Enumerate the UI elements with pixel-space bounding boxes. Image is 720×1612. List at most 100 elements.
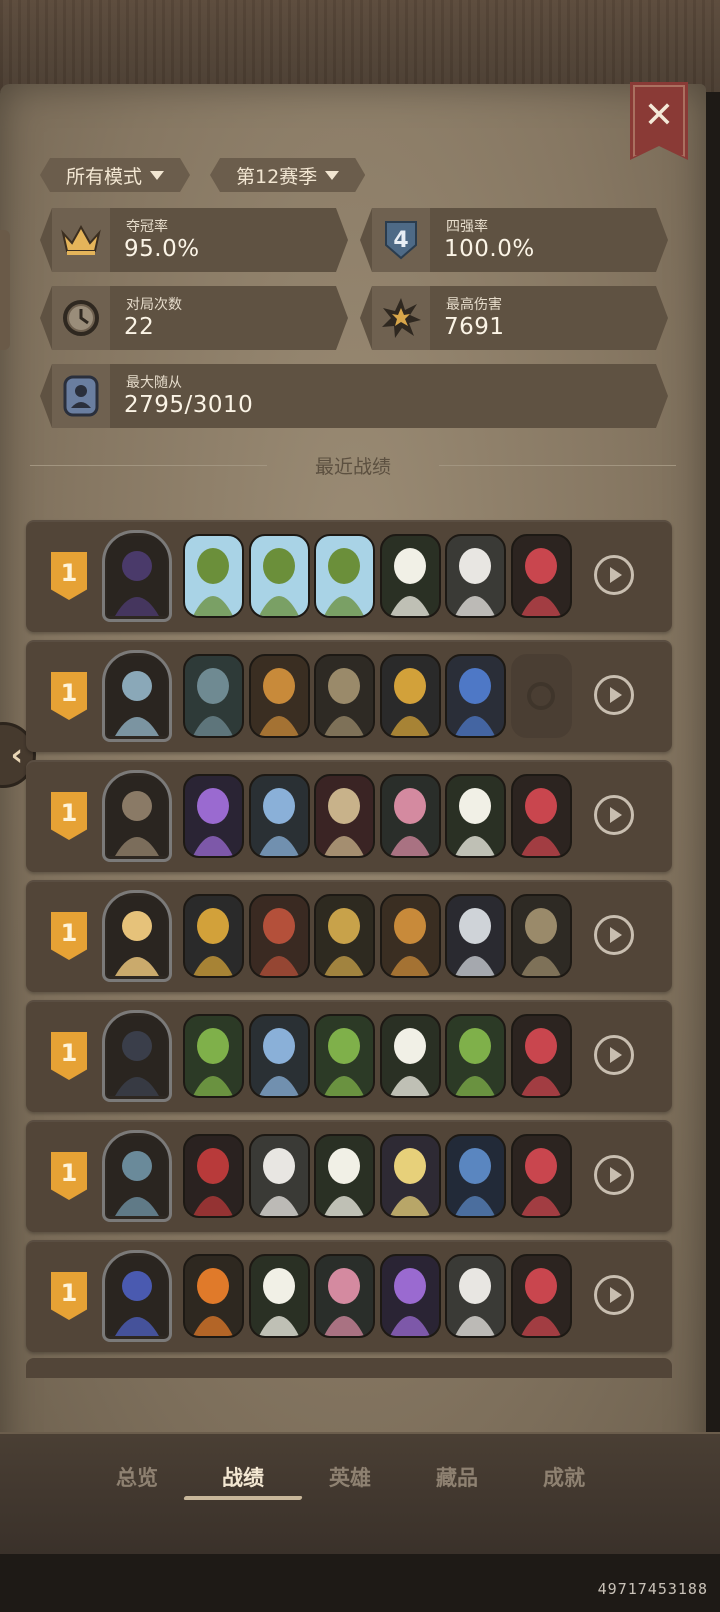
minion-card[interactable]: [445, 654, 506, 738]
minion-card[interactable]: [314, 894, 375, 978]
replay-button[interactable]: [594, 675, 634, 715]
filter-bar: 所有模式 第12赛季: [40, 158, 365, 192]
hero-portrait[interactable]: [102, 890, 172, 982]
nav-heroes[interactable]: 英雄: [295, 1462, 405, 1492]
minion-card[interactable]: [248, 654, 310, 738]
minion-card[interactable]: [379, 1014, 441, 1098]
sapling-icon: [324, 1028, 364, 1096]
match-row[interactable]: 1: [26, 1000, 672, 1112]
minion-card[interactable]: [314, 1134, 375, 1218]
stat-value: 95.0%: [124, 236, 200, 262]
cannon-robot-icon: [520, 908, 561, 976]
replay-button[interactable]: [594, 795, 634, 835]
match-row[interactable]: 1: [26, 520, 672, 632]
match-row[interactable]: 1: [26, 880, 672, 992]
minion-card[interactable]: [445, 1014, 506, 1098]
top4-shield-icon: 4: [372, 208, 430, 272]
minion-card[interactable]: [510, 534, 572, 618]
nav-active-underline: [183, 1496, 303, 1500]
purple-flower-fairy-icon: [193, 788, 233, 856]
tree-icon: [193, 548, 233, 616]
hero-portrait[interactable]: [102, 650, 172, 742]
minion-card[interactable]: [248, 1254, 310, 1338]
minion-card[interactable]: [445, 1254, 506, 1338]
green-hair-girl-icon: [258, 788, 299, 856]
hero-portrait[interactable]: [102, 1010, 172, 1102]
minion-card[interactable]: [248, 1134, 310, 1218]
blue-orb-robot-icon: [455, 668, 495, 736]
blue-elf-icon: [455, 1148, 495, 1216]
flower-icon: [258, 1268, 299, 1336]
flower-icon: [324, 1148, 364, 1216]
match-row[interactable]: 1: [26, 1120, 672, 1232]
red-elf-icon: [193, 1148, 233, 1216]
rose-girl-icon: [520, 1268, 561, 1336]
rank-badge: 1: [51, 1272, 87, 1320]
minion-card[interactable]: [510, 1134, 572, 1218]
minion-card[interactable]: [445, 894, 506, 978]
bat-villain-hero-icon: [107, 536, 167, 616]
minion-card[interactable]: [314, 774, 375, 858]
nav-records[interactable]: 战绩: [188, 1462, 298, 1492]
minion-card[interactable]: [379, 654, 441, 738]
minion-card[interactable]: [314, 1254, 375, 1338]
mode-filter-dropdown[interactable]: 所有模式: [40, 158, 190, 192]
play-icon: [609, 567, 622, 583]
replay-button[interactable]: [594, 1155, 634, 1195]
nav-overview[interactable]: 总览: [82, 1462, 192, 1492]
minion-card[interactable]: [379, 774, 441, 858]
blonde-mage-icon: [389, 1148, 430, 1216]
hero-portrait[interactable]: [102, 770, 172, 862]
rank-badge: 1: [51, 552, 87, 600]
minion-card[interactable]: [314, 654, 375, 738]
play-icon: [609, 1287, 622, 1303]
minion-card[interactable]: [248, 1014, 310, 1098]
minion-card[interactable]: [445, 774, 506, 858]
minion-card[interactable]: [183, 1014, 244, 1098]
season-filter-dropdown[interactable]: 第12赛季: [210, 158, 365, 192]
user-id: 49717453188: [597, 1580, 708, 1598]
replay-button[interactable]: [594, 915, 634, 955]
minion-card[interactable]: [183, 774, 244, 858]
minion-card[interactable]: [510, 1014, 572, 1098]
hero-portrait[interactable]: [102, 530, 172, 622]
minion-slot-empty[interactable]: [510, 654, 572, 738]
replay-button[interactable]: [594, 555, 634, 595]
minion-card[interactable]: [445, 1134, 506, 1218]
match-row[interactable]: 1: [26, 1240, 672, 1352]
hero-portrait[interactable]: [102, 1250, 172, 1342]
nav-achievements[interactable]: 成就: [509, 1462, 619, 1492]
match-row[interactable]: 1: [26, 640, 672, 752]
white-dress-girl-icon: [258, 1148, 299, 1216]
nav-collection[interactable]: 藏品: [402, 1462, 512, 1492]
minion-card[interactable]: [510, 894, 572, 978]
rank-badge: 1: [51, 912, 87, 960]
minion-card[interactable]: [445, 534, 506, 618]
stat-top4-rate: 4 四强率 100.0%: [360, 208, 668, 272]
minion-card[interactable]: [183, 654, 244, 738]
stat-label: 最大随从: [126, 375, 182, 391]
minion-card[interactable]: [379, 1134, 441, 1218]
minion-card[interactable]: [379, 894, 441, 978]
minion-card[interactable]: [248, 534, 310, 618]
minion-card[interactable]: [510, 1254, 572, 1338]
replay-button[interactable]: [594, 1275, 634, 1315]
minion-card[interactable]: [248, 774, 310, 858]
stat-value: 100.0%: [444, 236, 535, 262]
minion-card[interactable]: [379, 1254, 441, 1338]
minion-card[interactable]: [314, 534, 375, 618]
minion-card[interactable]: [248, 894, 310, 978]
minion-card[interactable]: [314, 1014, 375, 1098]
match-row[interactable]: 1: [26, 760, 672, 872]
minion-card[interactable]: [183, 534, 244, 618]
minion-card[interactable]: [379, 534, 441, 618]
antler-mask-hero-icon: [107, 776, 167, 856]
minion-card[interactable]: [183, 1254, 244, 1338]
minion-card[interactable]: [510, 774, 572, 858]
minion-card[interactable]: [183, 1134, 244, 1218]
replay-button[interactable]: [594, 1035, 634, 1075]
rose-girl-icon: [520, 548, 561, 616]
minion-card[interactable]: [183, 894, 244, 978]
hero-portrait[interactable]: [102, 1130, 172, 1222]
stat-label: 最高伤害: [446, 297, 502, 313]
